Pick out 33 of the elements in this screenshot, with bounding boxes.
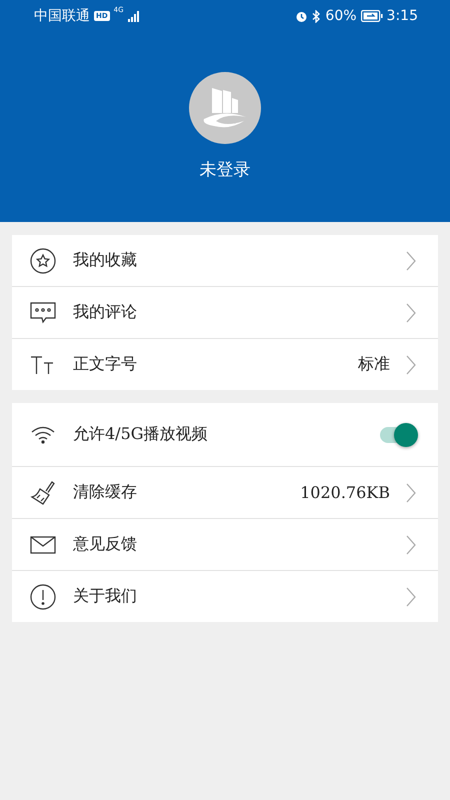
chat-icon [30, 300, 56, 326]
settings-item[interactable]: 意见反馈 [12, 519, 438, 571]
item-label: 允许4/5G播放视频 [73, 424, 208, 445]
login-status[interactable]: 未登录 [200, 158, 250, 181]
bluetooth-icon [312, 10, 322, 22]
battery-percent: 60% [325, 8, 357, 24]
item-label: 清除缓存 [73, 482, 137, 503]
chevron-icon [406, 354, 416, 374]
item-label: 意见反馈 [73, 534, 137, 555]
battery-icon [360, 10, 383, 22]
chevron-icon [406, 482, 416, 502]
chevron-icon [406, 250, 416, 270]
alarm-icon [295, 10, 308, 22]
settings-item[interactable]: 我的评论 [12, 287, 438, 339]
item-label: 我的收藏 [73, 250, 137, 271]
settings-item[interactable]: 清除缓存 1020.76KB [12, 467, 438, 519]
chevron-icon [406, 302, 416, 322]
clock-time: 3:15 [386, 8, 418, 24]
signal-icon [128, 10, 140, 22]
item-label: 我的评论 [73, 302, 137, 323]
settings-item[interactable]: 正文字号 标准 [12, 339, 438, 390]
chevron-icon [406, 586, 416, 606]
avatar-icon[interactable] [189, 72, 261, 144]
item-value: 1020.76KB [300, 483, 390, 502]
carrier-name: 中国联通 [34, 7, 90, 25]
item-label: 关于我们 [73, 586, 137, 607]
settings-item[interactable]: 关于我们 [12, 571, 438, 622]
chevron-icon [406, 534, 416, 554]
item-label: 正文字号 [73, 354, 137, 375]
broom-icon [30, 480, 56, 506]
info-icon [30, 584, 56, 610]
settings-item[interactable]: 我的收藏 [12, 235, 438, 287]
item-value: 标准 [358, 354, 390, 375]
